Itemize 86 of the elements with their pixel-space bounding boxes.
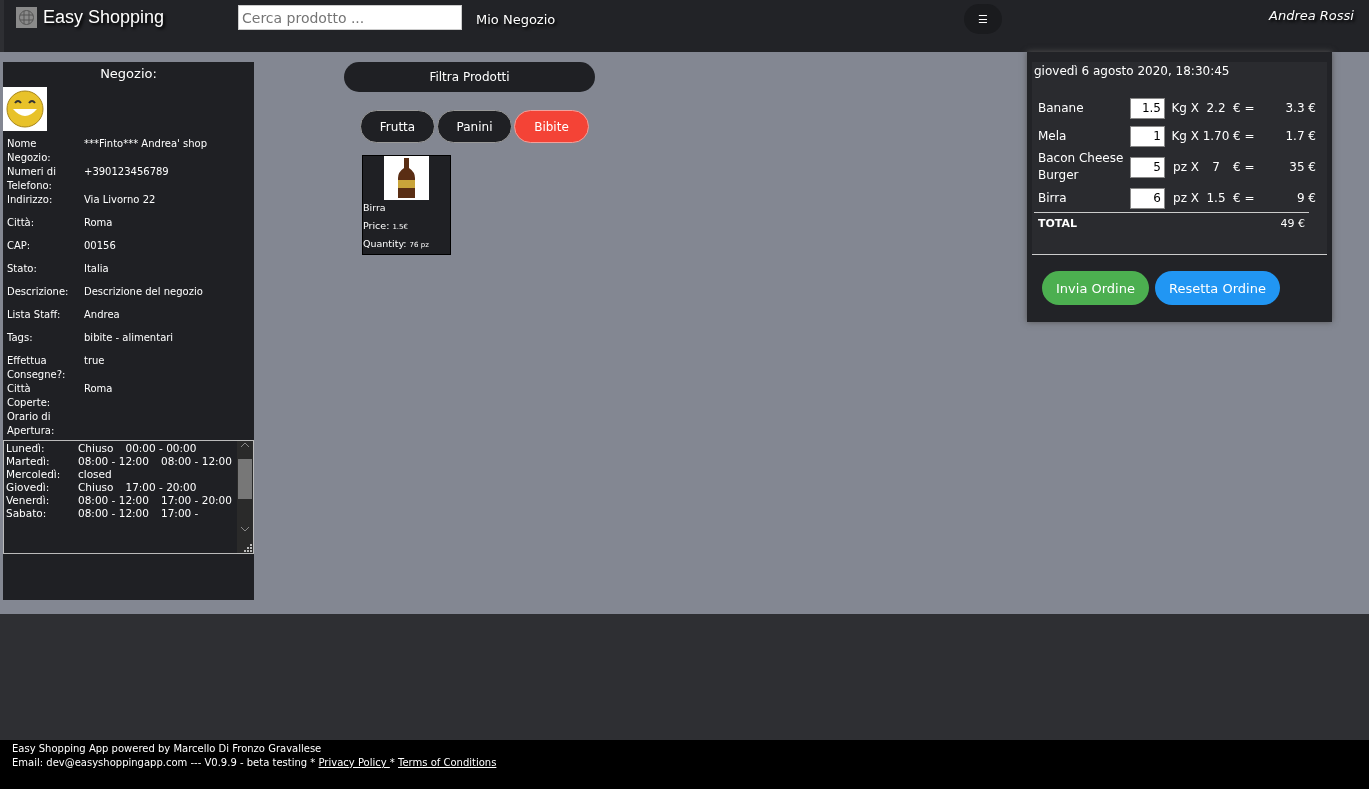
day-label: Mercoledì: xyxy=(6,468,62,481)
unit-price: 2.2 xyxy=(1205,101,1227,115)
field-value: Via Livorno 22 xyxy=(84,193,157,207)
item-name: Birra xyxy=(1038,189,1068,207)
unit-label: pz X xyxy=(1172,191,1199,205)
euro-equals: € = xyxy=(1233,160,1256,174)
hours-text: closed xyxy=(78,468,112,481)
filter-button[interactable]: Filtra Prodotti xyxy=(344,62,595,92)
field-label: Nome Negozio: xyxy=(7,137,52,165)
day-label: Martedì: xyxy=(6,455,51,468)
field-label: Numeri di Telefono: xyxy=(7,165,57,193)
separator: * xyxy=(389,757,396,768)
quantity-field[interactable]: 1.5 xyxy=(1130,97,1165,119)
field-label: Città: xyxy=(7,216,36,230)
hours-text: 17:00 - xyxy=(161,507,199,520)
item-name: Mela xyxy=(1038,127,1068,145)
logo-icon xyxy=(16,7,37,28)
hours-text: 17:00 - 20:00 xyxy=(161,494,232,507)
day-label: Venerdì: xyxy=(6,494,51,507)
panel-title: Negozio: xyxy=(99,66,158,81)
unit-label: pz X xyxy=(1172,160,1199,174)
privacy-link[interactable]: Privacy Policy xyxy=(318,757,390,768)
day-label: Giovedì: xyxy=(6,481,51,494)
terms-link[interactable]: Terms of Conditions xyxy=(398,757,497,768)
unit-price: 7 xyxy=(1211,160,1221,174)
day-label: Sabato: xyxy=(6,507,48,520)
field-label: Città Coperte: xyxy=(7,382,52,410)
hours-text: 08:00 - 12:00 xyxy=(78,507,149,520)
item-total: 3.3 € xyxy=(1284,101,1316,115)
field-value: ***Finto*** Andrea' shop xyxy=(84,137,208,151)
category-tab[interactable]: Frutta xyxy=(360,110,435,143)
item-name: Banane xyxy=(1038,99,1085,117)
euro-equals: € = xyxy=(1233,101,1256,115)
footer-credit: Easy Shopping App powered by Marcello Di Fronzo Gravallese xyxy=(12,742,323,756)
quantity-field[interactable]: 6 xyxy=(1130,187,1165,209)
hours-text: Chiuso xyxy=(78,442,114,455)
hours-textarea[interactable]: Lunedì: Chiuso 00:00 - 00:00 Martedì: 08:00 - 12:00 08:00 - 12:00 Mercoledì: closed Giovedì: Chiuso 17:00 - 20:00 Venerdì: 08:00 - 12:00 17:00 - 20:00 Sabato: 08:00 - 12:00 17:00 - xyxy=(3,440,254,554)
menu-button[interactable]: ☰ xyxy=(964,4,1002,34)
hours-text: 08:00 - 12:00 xyxy=(78,494,149,507)
field-value: true xyxy=(84,354,106,368)
item-total: 35 € xyxy=(1288,160,1316,174)
field-label: Indirizzo: xyxy=(7,193,54,207)
field-value: bibite - alimentari xyxy=(84,331,175,345)
field-value: 00156 xyxy=(84,239,117,253)
order-date: giovedì 6 agosto 2020, 18:30:45 xyxy=(1033,64,1231,78)
quantity-field[interactable]: 1 xyxy=(1130,125,1165,147)
hours-text: 00:00 - 00:00 xyxy=(125,442,197,455)
euro-equals: € = xyxy=(1233,129,1256,143)
search-field[interactable]: Cerca prodotto ... xyxy=(238,5,462,30)
user-name: Andrea Rossi xyxy=(1269,8,1355,23)
field-value: Andrea xyxy=(84,308,121,322)
unit-label: Kg X xyxy=(1170,101,1199,115)
field-value: Roma xyxy=(84,382,114,396)
category-tab[interactable]: Panini xyxy=(437,110,512,143)
total-label: TOTAL xyxy=(1038,217,1078,230)
field-value: +390123456789 xyxy=(84,165,170,179)
field-value: Italia xyxy=(84,262,110,276)
day-label: Lunedì: xyxy=(6,442,46,455)
footer-info: Email: dev@easyshoppingapp.com --- V0.9.9 - beta testing * xyxy=(12,757,317,768)
nav-link[interactable]: Mio Negozio xyxy=(476,12,964,27)
unit-price: 1.70 xyxy=(1201,129,1231,143)
field-label: Orario di Apertura: xyxy=(7,410,56,438)
euro-equals: € = xyxy=(1233,191,1256,205)
unit-price: 1.5 xyxy=(1205,191,1227,205)
hours-text: 08:00 - 12:00 xyxy=(78,455,149,468)
unit-label: Kg X xyxy=(1170,129,1199,143)
hours-text: 17:00 - 20:00 xyxy=(125,481,197,494)
field-label: Effettua Consegne?: xyxy=(7,354,67,382)
quantity-field[interactable]: 5 xyxy=(1130,156,1165,178)
field-label: Stato: xyxy=(7,262,38,276)
item-name: Bacon Cheese Burger xyxy=(1038,150,1125,184)
field-label: CAP: xyxy=(7,239,32,253)
field-value: Roma xyxy=(84,216,114,230)
product-name: Birra xyxy=(363,202,387,213)
field-value: Descrizione del negozio xyxy=(84,285,204,299)
app-title: Easy Shopping xyxy=(43,7,165,28)
field-label: Lista Staff: xyxy=(7,308,62,322)
hours-text: Chiuso xyxy=(78,481,114,494)
item-total: 9 € xyxy=(1295,191,1316,205)
resize-grip-icon xyxy=(244,544,252,552)
field-label: Descrizione: xyxy=(7,285,69,299)
category-tab[interactable]: Bibite xyxy=(514,110,589,143)
total-value: 49 € xyxy=(1280,217,1305,230)
item-total: 1.7 € xyxy=(1284,129,1316,143)
hours-text: 08:00 - 12:00 xyxy=(161,455,232,468)
field-label: Tags: xyxy=(7,331,34,345)
